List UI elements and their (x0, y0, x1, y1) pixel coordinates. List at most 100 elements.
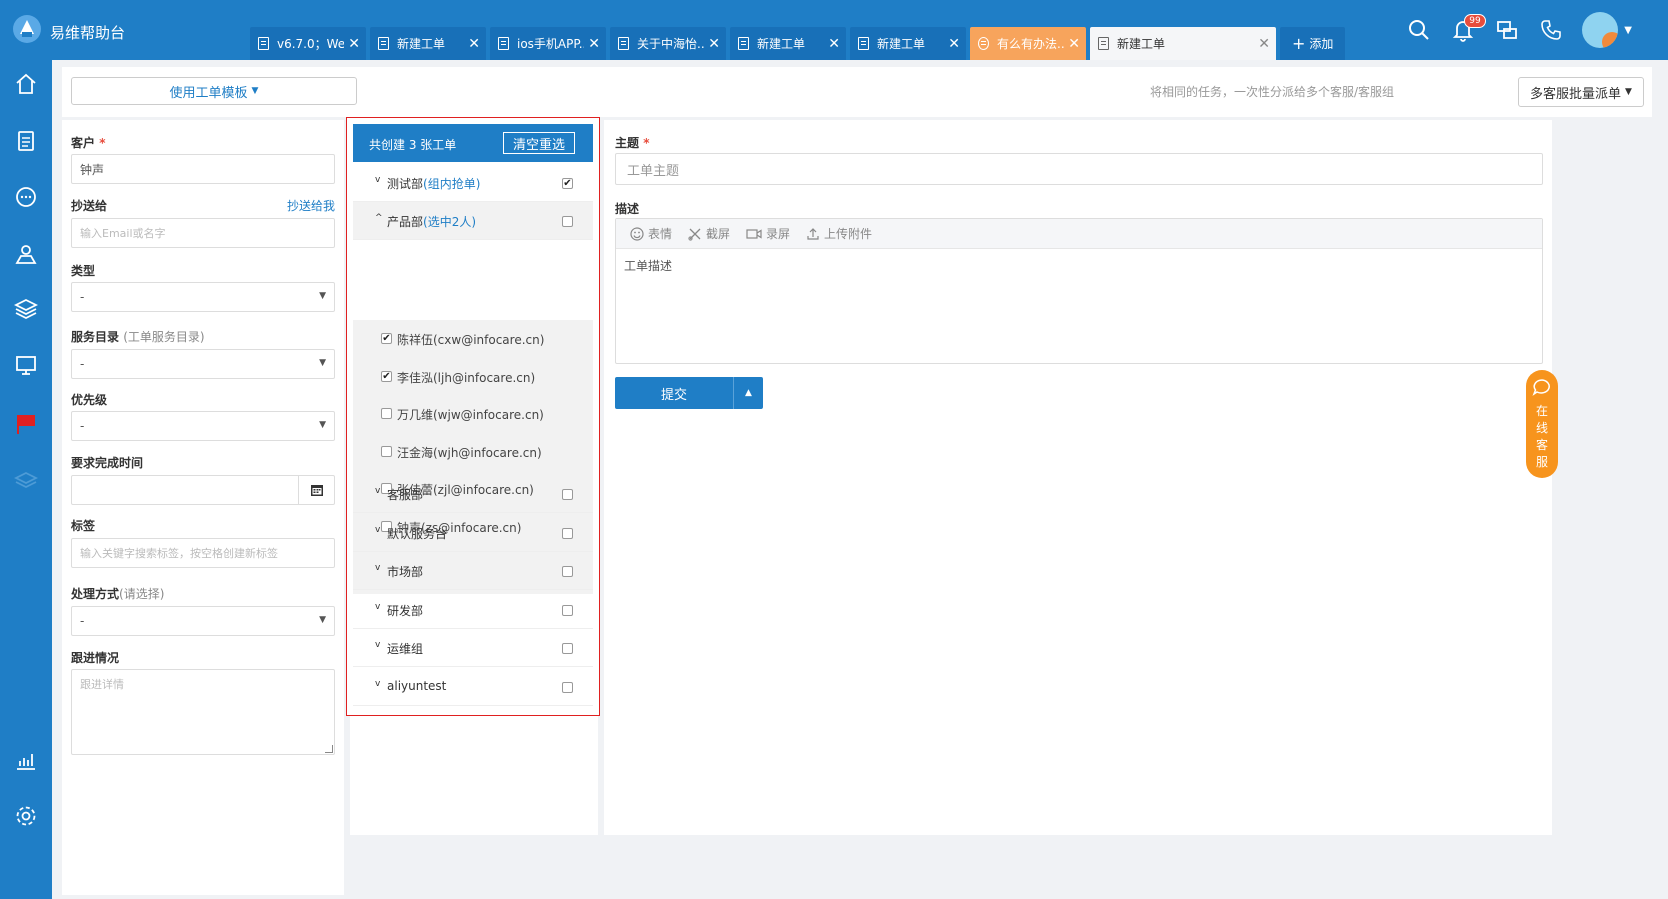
desc-label: 描述 (615, 202, 640, 216)
member-checkbox[interactable]: ✔ (381, 370, 392, 382)
group-checkbox[interactable] (562, 605, 573, 616)
user-avatar[interactable] (1582, 12, 1619, 48)
tab-5[interactable]: 新建工单 ✕ (850, 27, 966, 60)
tab-label: 新建工单 (397, 37, 446, 51)
customer-input[interactable]: 钟声 (71, 154, 335, 184)
chevron-down-icon[interactable]: v (375, 602, 380, 612)
subject-input[interactable]: 工单主题 (615, 153, 1543, 185)
chat-icon[interactable] (14, 185, 38, 209)
tab-label: 新建工单 (1117, 37, 1166, 51)
type-select[interactable]: - ▼ (71, 282, 335, 312)
online-service-button[interactable]: 在线客服 (1526, 370, 1558, 478)
gear-icon[interactable] (14, 804, 38, 828)
group-row[interactable]: v aliyuntest (353, 668, 593, 706)
member-checkbox[interactable] (381, 445, 392, 457)
layers-icon[interactable] (14, 297, 38, 321)
layers-star-icon[interactable] (14, 470, 38, 494)
phone-icon[interactable] (1538, 17, 1564, 43)
chevron-down-icon[interactable]: v (375, 640, 380, 650)
chevron-down-icon[interactable]: v (375, 679, 380, 689)
group-row[interactable]: v 市场部 (353, 552, 593, 590)
close-icon[interactable]: ✕ (468, 36, 480, 52)
group-checkbox[interactable] (562, 682, 573, 693)
group-checkbox[interactable] (562, 643, 573, 654)
chevron-up-icon[interactable]: ^ (375, 213, 383, 223)
priority-select[interactable]: - ▼ (71, 411, 335, 441)
group-label: 产品部(选中2人) (387, 215, 477, 229)
home-icon[interactable] (14, 72, 38, 96)
cc-input[interactable]: 输入Email或名字 (71, 218, 335, 248)
group-checkbox[interactable] (562, 566, 573, 577)
member-row[interactable]: ✔ 李佳泓(ljh@infocare.cn) (353, 358, 593, 395)
tab-0[interactable]: v6.7.0；We...✕ (250, 27, 366, 60)
member-row[interactable]: 汪金海(wjh@infocare.cn) (353, 433, 593, 470)
member-checkbox[interactable]: ✔ (381, 333, 392, 344)
catalog-select[interactable]: - ▼ (71, 349, 335, 379)
switch-icon[interactable] (1494, 17, 1520, 43)
resize-handle[interactable] (325, 745, 333, 753)
assign-header: 共创建 3 张工单 清空重选 (353, 124, 593, 162)
followup-textarea[interactable]: 跟进详情 (71, 669, 335, 755)
screenshot-button[interactable]: 截屏 (688, 225, 730, 242)
tab-4[interactable]: 新建工单 ✕ (730, 27, 846, 60)
member-row[interactable]: ✔ 陈祥伍(cxw@infocare.cn) (353, 320, 593, 357)
group-checkbox[interactable] (562, 489, 573, 500)
tab-6[interactable]: 有么有办法... ✕ (970, 27, 1086, 60)
use-template-button[interactable]: 使用工单模板 ▼ (71, 77, 357, 105)
tab-7[interactable]: 新建工单 ✕ (1090, 27, 1276, 60)
add-tab-button[interactable]: + 添加 (1280, 27, 1346, 60)
group-checkbox[interactable] (562, 528, 573, 539)
close-icon[interactable]: ✕ (948, 36, 960, 52)
description-editor[interactable]: 表情 截屏 录屏 上传附件 工单描述 (615, 218, 1543, 364)
emoji-button[interactable]: 表情 (630, 225, 672, 242)
record-button[interactable]: 录屏 (746, 225, 790, 242)
close-icon[interactable]: ✕ (588, 36, 600, 52)
monitor-icon[interactable] (14, 353, 38, 377)
tab-2[interactable]: ios手机APP... ✕ (490, 27, 606, 60)
chevron-down-icon[interactable]: ▼ (1624, 25, 1632, 36)
close-icon[interactable]: ✕ (348, 36, 360, 52)
submit-button[interactable]: 提交 (615, 377, 733, 409)
tab-bar: v6.7.0；We...✕新建工单✕ios手机APP...✕关于中海怡...✕新… (250, 27, 1346, 60)
chart-icon[interactable] (14, 748, 38, 772)
chevron-down-icon[interactable]: v (375, 175, 380, 185)
batch-dispatch-button[interactable]: 多客服批量派单 ▼ (1518, 77, 1644, 107)
close-icon[interactable]: ✕ (828, 36, 840, 52)
video-icon (746, 228, 762, 239)
group-label: 研发部 (387, 604, 424, 618)
method-select[interactable]: - ▼ (71, 606, 335, 636)
submit-dropdown-button[interactable]: ▲ (733, 377, 763, 409)
group-row[interactable]: v 客服部 (353, 475, 593, 513)
tab-1[interactable]: 新建工单 ✕ (370, 27, 486, 60)
document-icon (258, 37, 269, 50)
close-icon[interactable]: ✕ (1068, 36, 1080, 52)
group-row[interactable]: v 默认服务台 (353, 514, 593, 552)
cc-me-link[interactable]: 抄送给我 (287, 197, 335, 214)
flag-icon[interactable] (14, 412, 38, 436)
description-text[interactable]: 工单描述 (616, 249, 1542, 282)
clear-selection-button[interactable]: 清空重选 (503, 132, 575, 154)
close-icon[interactable]: ✕ (1258, 36, 1270, 52)
due-time-input[interactable] (71, 475, 335, 505)
group-row[interactable]: v 研发部 (353, 591, 593, 629)
member-row[interactable]: 万几维(wjw@infocare.cn) (353, 395, 593, 432)
tab-3[interactable]: 关于中海怡... ✕ (610, 27, 726, 60)
customer-icon[interactable] (14, 242, 38, 266)
group-row[interactable]: ^ 产品部(选中2人) (353, 202, 593, 240)
group-row[interactable]: v 测试部(组内抢单) ✔ (353, 164, 593, 202)
group-row[interactable]: v 运维组 (353, 629, 593, 667)
ticket-icon[interactable] (14, 128, 38, 152)
chevron-down-icon[interactable]: v (375, 486, 380, 496)
calendar-button[interactable] (298, 476, 334, 504)
close-icon[interactable]: ✕ (708, 36, 720, 52)
tags-input[interactable]: 输入关键字搜索标签，按空格创建新标签 (71, 538, 335, 568)
notification-button[interactable]: 99 (1450, 14, 1486, 43)
member-checkbox[interactable] (381, 408, 392, 420)
group-checkbox[interactable]: ✔ (562, 178, 573, 189)
search-icon[interactable] (1406, 17, 1432, 43)
tags-label: 标签 (71, 519, 96, 533)
chevron-down-icon[interactable]: v (375, 563, 380, 573)
group-checkbox[interactable] (562, 216, 573, 227)
chevron-down-icon[interactable]: v (375, 525, 380, 535)
upload-attachment-button[interactable]: 上传附件 (806, 225, 872, 242)
